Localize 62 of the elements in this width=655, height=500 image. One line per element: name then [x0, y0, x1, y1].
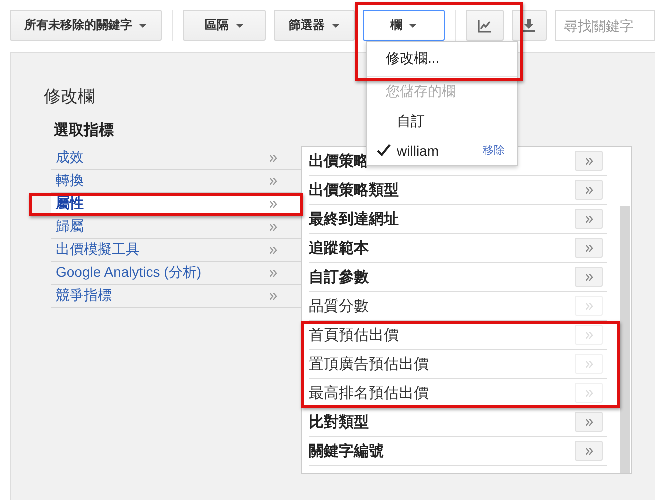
metric-label: 首頁預估出價	[309, 326, 399, 344]
add-metric-button[interactable]	[575, 412, 603, 432]
caret-icon	[332, 24, 340, 28]
double-chevron-icon	[270, 246, 277, 254]
menu-item[interactable]: 修改欄...	[367, 42, 517, 77]
add-metric-button[interactable]	[575, 151, 603, 171]
double-chevron-icon	[270, 292, 277, 300]
double-chevron-icon	[586, 448, 592, 454]
metric-label: 最終到達網址	[309, 210, 399, 228]
remove-link[interactable]: 移除	[483, 143, 505, 158]
caret-icon	[139, 24, 148, 28]
chart-button[interactable]	[466, 10, 504, 41]
add-metric-button[interactable]	[575, 238, 603, 258]
double-chevron-icon	[586, 186, 592, 194]
metric-label: 比對類型	[309, 412, 369, 432]
dialog-title: 修改欄	[44, 86, 95, 108]
double-chevron-icon	[586, 158, 592, 164]
double-chevron-icon	[270, 224, 277, 230]
add-metric-button[interactable]	[575, 180, 603, 200]
double-chevron-icon	[586, 244, 592, 252]
line-chart-icon	[478, 18, 492, 32]
menu-section-header: 您儲存的欄	[385, 82, 457, 101]
dropdown-button[interactable]: 欄	[362, 10, 446, 41]
saved-column-set[interactable]: 自訂	[377, 112, 425, 130]
metric-label: 自訂參數	[309, 268, 369, 286]
caret-icon	[409, 24, 418, 28]
dropdown-button[interactable]: 篩選器	[274, 10, 355, 41]
saved-column-set[interactable]: william	[397, 142, 439, 158]
category-item[interactable]: 轉換	[51, 170, 301, 193]
add-metric-button[interactable]	[575, 267, 603, 287]
category-item[interactable]: 成效	[51, 147, 301, 170]
metric-label: 置頂廣告預估出價	[309, 354, 429, 374]
metric-label: 追蹤範本	[309, 238, 369, 258]
double-chevron-icon	[586, 274, 592, 280]
category-item[interactable]: 競爭指標	[51, 285, 301, 308]
double-chevron-icon	[270, 154, 277, 162]
category-item[interactable]: 歸屬	[51, 216, 301, 239]
download-icon	[523, 19, 536, 32]
double-chevron-icon	[270, 270, 277, 276]
double-chevron-icon	[270, 200, 277, 208]
caret-icon	[236, 24, 244, 28]
add-metric-button[interactable]	[575, 209, 603, 229]
double-chevron-icon	[586, 302, 592, 310]
metric-label: 關鍵字編號	[309, 442, 384, 460]
double-chevron-icon	[270, 178, 277, 184]
metric-label: 品質分數	[309, 296, 369, 316]
double-chevron-icon	[586, 332, 592, 338]
download-button[interactable]	[512, 10, 548, 41]
double-chevron-icon	[586, 418, 592, 426]
category-item[interactable]: Google Analytics (分析)	[51, 262, 301, 285]
scrollbar[interactable]	[620, 206, 630, 473]
dropdown-button[interactable]: 區隔	[182, 10, 266, 41]
section-heading: 選取指標	[54, 121, 114, 140]
metric-label: 最高排名預估出價	[309, 384, 429, 402]
dropdown-button[interactable]: 所有未移除的關鍵字	[10, 10, 162, 41]
search-field[interactable]: 尋找關鍵字	[555, 10, 655, 41]
category-item[interactable]: 出價模擬工具	[51, 239, 301, 262]
double-chevron-icon	[586, 390, 592, 396]
double-chevron-icon	[586, 360, 592, 368]
double-chevron-icon	[586, 216, 592, 222]
metric-label: 出價策略類型	[309, 180, 399, 200]
add-metric-button[interactable]	[575, 441, 603, 461]
